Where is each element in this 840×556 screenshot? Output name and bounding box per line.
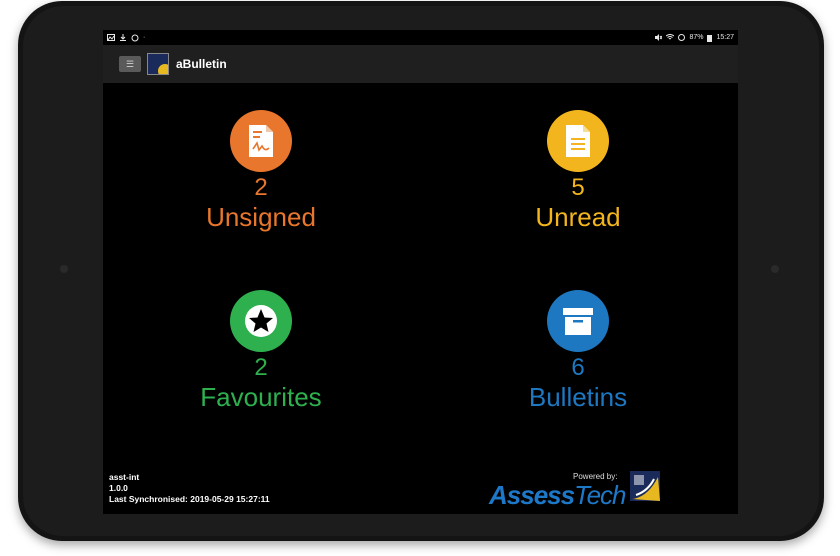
dot-notification-icon: · (143, 34, 146, 41)
tile-bulletins[interactable]: 6 Bulletins (448, 290, 708, 412)
document-icon (547, 110, 609, 172)
app-info: asst-int 1.0.0 Last Synchronised: 2019-0… (109, 472, 270, 505)
signed-document-icon (230, 110, 292, 172)
unread-label: Unread (535, 202, 621, 232)
download-notification-icon (120, 34, 126, 41)
environment-name: asst-int (109, 472, 140, 482)
assesstech-logo-icon (630, 471, 660, 501)
battery-percent: 87% (689, 34, 704, 41)
favourites-label: Favourites (200, 382, 322, 412)
mute-icon (655, 34, 663, 41)
favourites-count: 2 (254, 354, 268, 381)
tile-unsigned[interactable]: 2 Unsigned (131, 110, 391, 232)
tile-favourites[interactable]: 2 Favourites (131, 290, 391, 412)
archive-box-icon (547, 290, 609, 352)
brand-tech: Tech (574, 480, 626, 510)
star-icon (230, 290, 292, 352)
status-bar: · 87% 15:27 (103, 30, 738, 45)
tile-unread[interactable]: 5 Unread (448, 110, 708, 232)
bulletins-label: Bulletins (528, 382, 628, 412)
alarm-icon (678, 34, 686, 41)
sync-notification-icon (131, 34, 139, 41)
app-bar: ☰ aBulletin (103, 45, 738, 83)
brand-assess: Assess (489, 480, 575, 510)
image-notification-icon (107, 34, 115, 41)
app-version: 1.0.0 (109, 483, 128, 493)
clock: 15:27 (716, 34, 734, 41)
app-title: aBulletin (176, 57, 227, 71)
unread-count: 5 (571, 174, 585, 201)
app-logo-icon (147, 53, 169, 75)
last-sync-time: Last Synchronised: 2019-05-29 15:27:11 (109, 494, 270, 504)
hamburger-icon: ☰ (125, 58, 135, 69)
bulletins-count: 6 (571, 354, 585, 381)
menu-button[interactable]: ☰ (119, 56, 141, 72)
camera-sensor (60, 265, 68, 273)
unsigned-count: 2 (254, 174, 268, 201)
device-screen: · 87% 15:27 ☰ aBulletin 2 Unsigned 5 Unr… (103, 30, 738, 514)
wifi-icon (666, 34, 675, 40)
side-sensor (771, 265, 779, 273)
battery-icon (707, 34, 713, 42)
unsigned-label: Unsigned (206, 202, 316, 232)
